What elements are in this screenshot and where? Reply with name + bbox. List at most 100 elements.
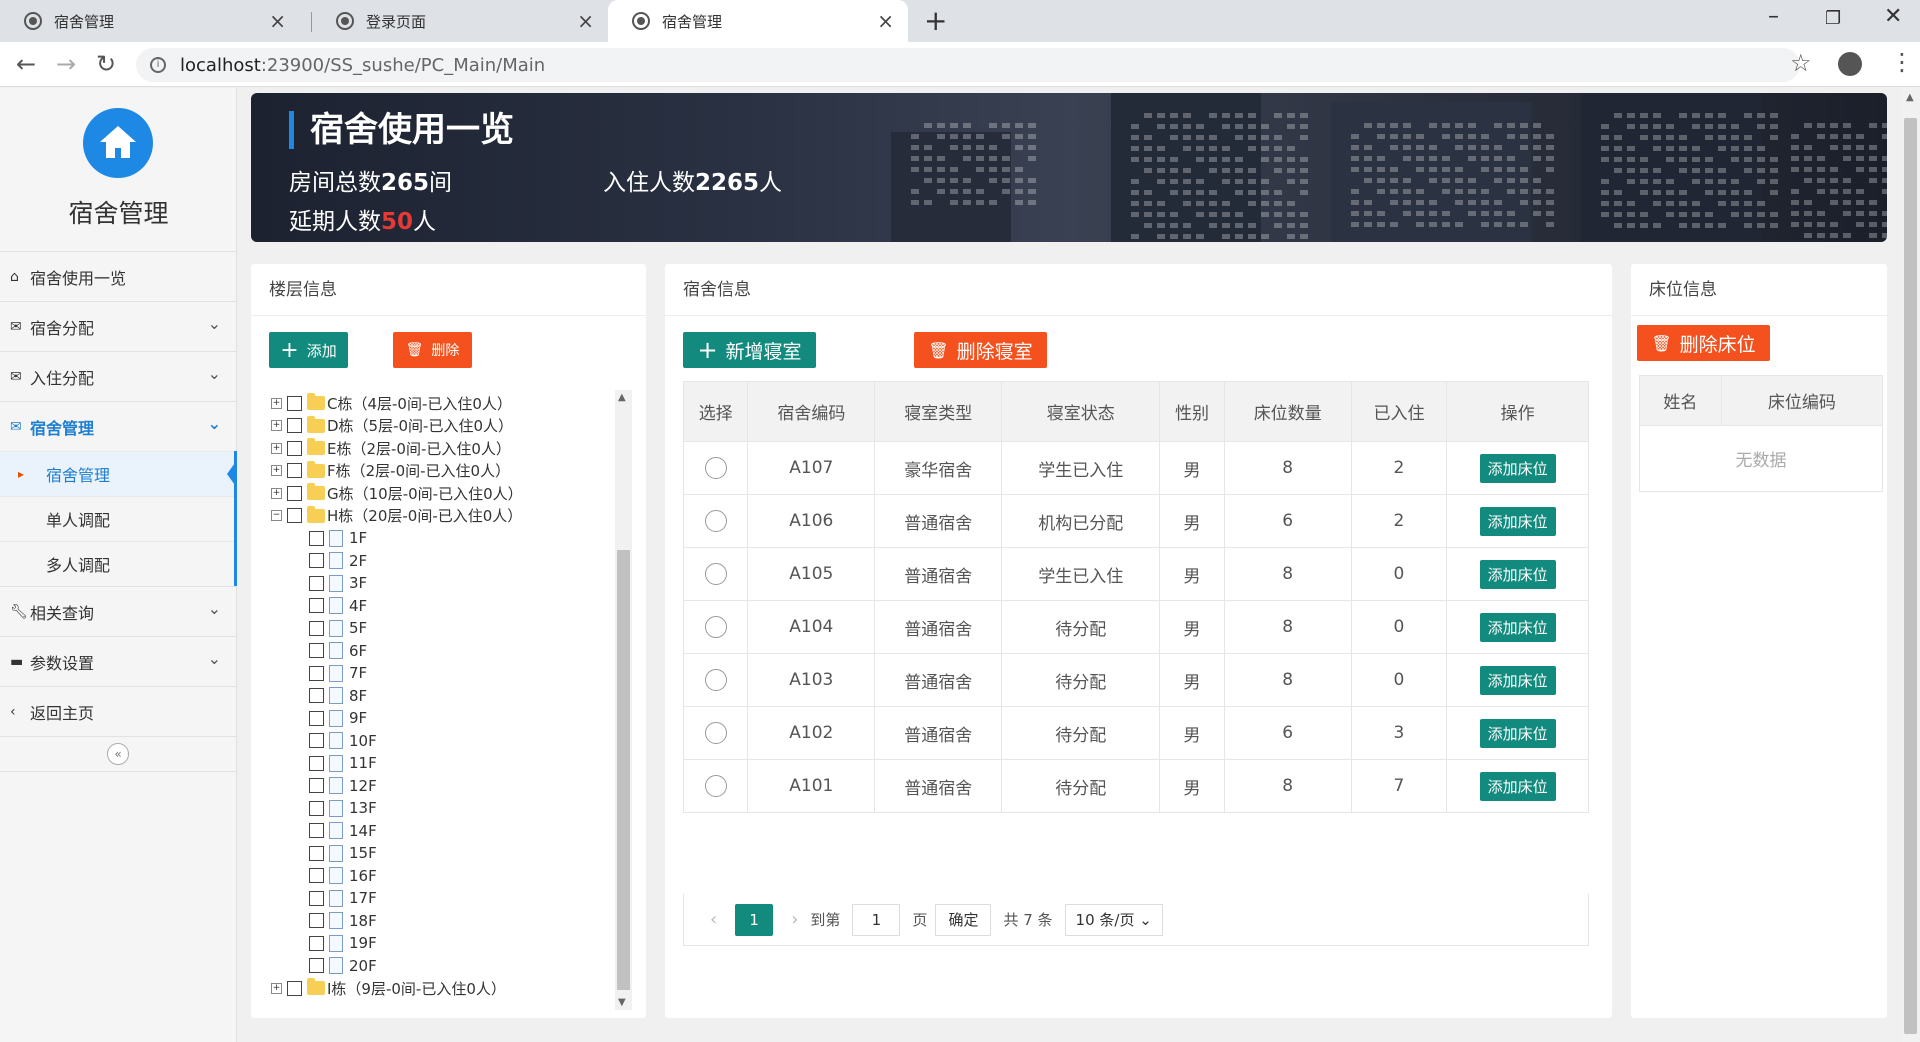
expand-node-icon[interactable]: + [271, 982, 282, 994]
row-radio[interactable] [704, 669, 727, 691]
node-checkbox[interactable] [309, 575, 324, 591]
prev-page-icon[interactable]: ‹ [710, 909, 717, 930]
node-checkbox[interactable] [309, 665, 324, 681]
browser-tab-active[interactable]: 宿舍管理 × [608, 0, 908, 42]
expand-node-icon[interactable]: + [271, 487, 282, 499]
node-checkbox[interactable] [287, 980, 302, 996]
row-radio[interactable] [704, 563, 727, 585]
scroll-up-icon[interactable]: ▲ [1906, 92, 1914, 103]
goto-confirm-button[interactable]: 确定 [935, 903, 992, 936]
account-icon[interactable] [1838, 52, 1862, 76]
table-row[interactable]: A105 普通宿舍 学生已入住男 8 0 添加床位 [682, 547, 1589, 601]
tree-node-floor[interactable]: 9F [271, 707, 625, 730]
page-scrollbar[interactable]: ▲ [1901, 88, 1920, 1042]
page-scroll-thumb[interactable] [1904, 118, 1917, 1034]
tree-node-floor[interactable]: 19F [271, 932, 625, 955]
node-checkbox[interactable] [309, 823, 324, 839]
tree-node-building[interactable]: + E栋（2层-0间-已入住0人） [271, 437, 625, 460]
tree-node-floor[interactable]: 4F [271, 595, 625, 618]
table-row[interactable]: A103 普通宿舍 待分配男 8 0 添加床位 [682, 653, 1589, 707]
minimize-icon[interactable]: – [1768, 4, 1779, 29]
add-bed-button[interactable]: 添加床位 [1479, 453, 1556, 483]
node-checkbox[interactable] [309, 868, 324, 884]
node-checkbox[interactable] [309, 755, 324, 771]
subitem-dorm-manage[interactable]: 宿舍管理 [0, 451, 237, 496]
sidebar-item-query[interactable]: 🔧︎ 相关查询 ⌄ [0, 586, 237, 636]
bookmark-star-icon[interactable]: ☆ [1790, 49, 1812, 77]
tree-node-floor[interactable]: 13F [271, 797, 625, 820]
tree-node-floor[interactable]: 1F [271, 527, 625, 550]
node-checkbox[interactable] [309, 845, 324, 861]
add-bed-button[interactable]: 添加床位 [1479, 718, 1556, 748]
subitem-multi-adjust[interactable]: 多人调配 [0, 541, 234, 586]
node-checkbox[interactable] [309, 890, 324, 906]
column-header[interactable]: 宿舍编码 [747, 381, 876, 442]
node-checkbox[interactable] [287, 395, 302, 411]
tree-node-building[interactable]: + I栋（9层-0间-已入住0人） [271, 977, 625, 1000]
column-header[interactable]: 寝室类型 [874, 381, 1003, 442]
expand-node-icon[interactable]: + [271, 465, 282, 477]
node-checkbox[interactable] [287, 440, 302, 456]
tree-node-building[interactable]: + D栋（5层-0间-已入住0人） [271, 415, 625, 438]
tree-node-floor[interactable]: 10F [271, 730, 625, 753]
node-checkbox[interactable] [309, 913, 324, 929]
tree-node-building[interactable]: + F栋（2层-0间-已入住0人） [271, 460, 625, 483]
add-bed-button[interactable]: 添加床位 [1479, 665, 1556, 695]
add-floor-button[interactable]: + 添加 [269, 332, 348, 368]
add-bed-button[interactable]: 添加床位 [1479, 771, 1556, 801]
tree-node-floor[interactable]: 18F [271, 910, 625, 933]
column-header[interactable]: 选择 [682, 381, 749, 442]
column-header[interactable]: 已入住 [1350, 381, 1448, 442]
sidebar-item-home[interactable]: ‹ 返回主页 [0, 686, 237, 736]
node-checkbox[interactable] [309, 688, 324, 704]
tree-node-floor[interactable]: 5F [271, 617, 625, 640]
node-checkbox[interactable] [309, 620, 324, 636]
browser-tab[interactable]: 宿舍管理 × [0, 0, 300, 42]
collapse-sidebar-icon[interactable]: « [107, 743, 129, 765]
tree-scroll-thumb[interactable] [617, 550, 630, 990]
tree-node-floor[interactable]: 20F [271, 955, 625, 978]
expand-node-icon[interactable]: + [271, 442, 282, 454]
close-icon[interactable]: × [269, 9, 286, 33]
tree-node-floor[interactable]: 3F [271, 572, 625, 595]
column-header[interactable]: 床位编码 [1720, 375, 1884, 426]
tree-node-floor[interactable]: 16F [271, 865, 625, 888]
tree-node-floor[interactable]: 11F [271, 752, 625, 775]
column-header[interactable]: 床位数量 [1223, 381, 1352, 442]
node-checkbox[interactable] [309, 733, 324, 749]
info-icon[interactable]: i [150, 57, 166, 73]
node-checkbox[interactable] [309, 800, 324, 816]
tree-node-building[interactable]: − H栋（20层-0间-已入住0人） [271, 505, 625, 528]
goto-page-input[interactable]: 1 [852, 903, 901, 936]
new-tab-icon[interactable]: + [924, 4, 947, 37]
table-row[interactable]: A104 普通宿舍 待分配男 8 0 添加床位 [682, 600, 1589, 654]
table-row[interactable]: A106 普通宿舍 机构已分配男 6 2 添加床位 [682, 494, 1589, 548]
tree-node-floor[interactable]: 17F [271, 887, 625, 910]
node-checkbox[interactable] [309, 598, 324, 614]
current-page[interactable]: 1 [735, 903, 774, 936]
forward-icon[interactable]: → [56, 50, 76, 78]
delete-floor-button[interactable]: 🗑︎ 删除 [393, 332, 472, 368]
tree-node-floor[interactable]: 2F [271, 550, 625, 573]
scroll-up-icon[interactable]: ▲ [618, 392, 626, 403]
tree-node-building[interactable]: + G栋（10层-0间-已入住0人） [271, 482, 625, 505]
node-checkbox[interactable] [287, 418, 302, 434]
row-radio[interactable] [704, 510, 727, 532]
tree-node-floor[interactable]: 14F [271, 820, 625, 843]
node-checkbox[interactable] [309, 553, 324, 569]
column-header[interactable]: 性别 [1159, 381, 1225, 442]
close-icon[interactable]: × [577, 9, 594, 33]
expand-node-icon[interactable]: + [271, 397, 282, 409]
add-room-button[interactable]: + 新增寝室 [683, 332, 816, 368]
row-radio[interactable] [704, 616, 727, 638]
maximize-icon[interactable]: ❐ [1825, 8, 1841, 29]
table-row[interactable]: A102 普通宿舍 待分配男 6 3 添加床位 [682, 706, 1589, 760]
tree-node-building[interactable]: + C栋（4层-0间-已入住0人） [271, 392, 625, 415]
subitem-single-adjust[interactable]: 单人调配 [0, 496, 234, 541]
sidebar-item-dorm-assign[interactable]: ✉ 宿舍分配 ⌄ [0, 301, 237, 351]
delete-bed-button[interactable]: 🗑︎ 删除床位 [1637, 325, 1770, 361]
table-row[interactable]: A107 豪华宿舍 学生已入住男 8 2 添加床位 [682, 441, 1589, 495]
add-bed-button[interactable]: 添加床位 [1479, 559, 1556, 589]
sidebar-item-dorm-manage[interactable]: ✉ 宿舍管理 ⌄ [0, 401, 237, 451]
window-close-icon[interactable]: ✕ [1884, 4, 1902, 29]
